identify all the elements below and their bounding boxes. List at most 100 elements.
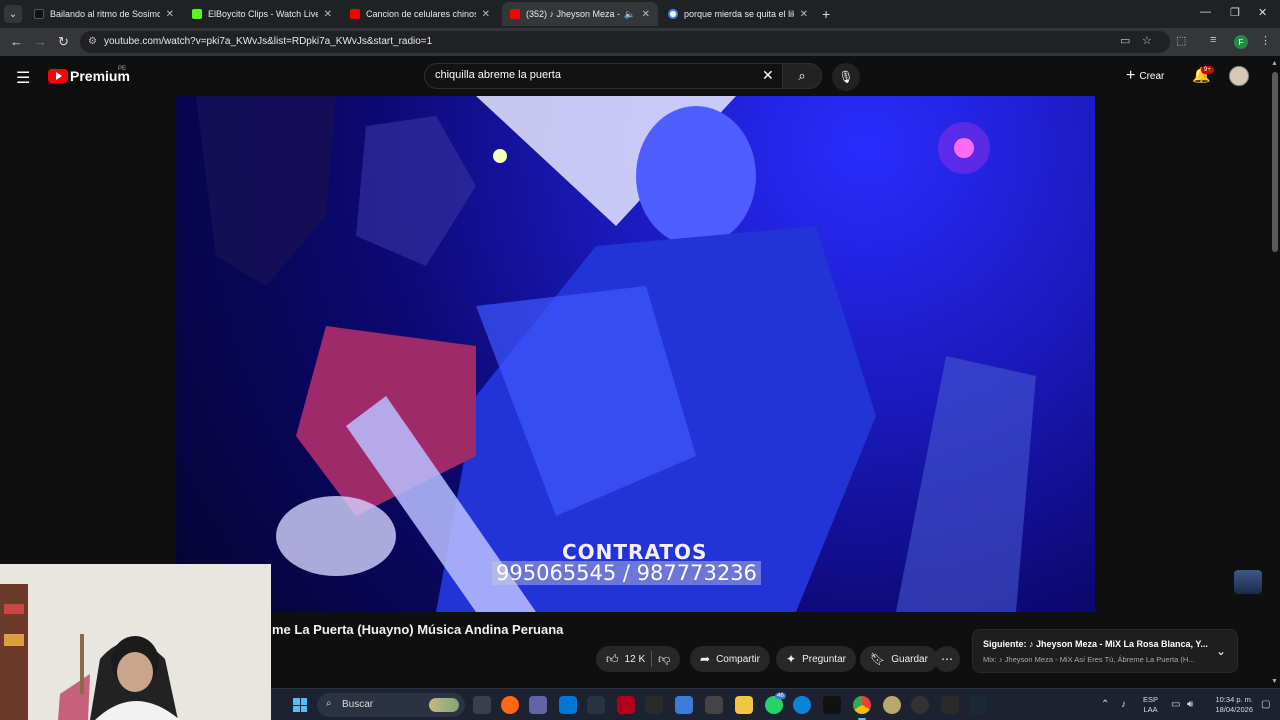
search-button[interactable]: ⌕ xyxy=(782,63,822,89)
windows-taskbar: ⌕ Buscar 46 ⌃ ♪ ESP LAA ▭ 🔊︎ 10:34 p. m.… xyxy=(271,688,1280,720)
close-tab-icon[interactable]: ✕ xyxy=(642,9,650,20)
input-language[interactable]: ESP LAA xyxy=(1143,695,1158,715)
back-arrow-icon[interactable]: ← xyxy=(10,34,23,49)
channel-watermark-icon[interactable] xyxy=(1234,570,1262,594)
search-input[interactable] xyxy=(435,69,755,81)
firefox-icon[interactable] xyxy=(501,696,519,714)
address-bar[interactable]: ⚙ youtube.com/watch?v=pki7a_KWvJs&list=R… xyxy=(80,31,1170,53)
like-button-icon[interactable]: 👍︎ xyxy=(606,652,619,667)
browser-tab-active[interactable]: (352) ♪ Jheyson Meza - MiX 🔈 ✕ xyxy=(502,2,658,26)
steam-icon[interactable] xyxy=(969,696,987,714)
close-tab-icon[interactable]: ✕ xyxy=(166,9,174,20)
save-button[interactable]: 🔖︎ Guardar xyxy=(860,646,938,672)
tray-chevron-icon[interactable]: ⌃ xyxy=(1101,699,1109,710)
close-tab-icon[interactable]: ✕ xyxy=(324,9,332,20)
app-icon[interactable] xyxy=(645,696,663,714)
search-icon: ⌕ xyxy=(326,698,332,709)
region-code: PE xyxy=(118,66,127,72)
media-control-icon[interactable]: ≡ xyxy=(1210,34,1216,46)
reload-icon[interactable]: ↻ xyxy=(58,34,69,50)
app-icon[interactable] xyxy=(883,696,901,714)
close-tab-icon[interactable]: ✕ xyxy=(482,9,490,20)
clear-search-icon[interactable]: ✕ xyxy=(762,67,774,84)
page-scrollbar[interactable]: ▲ ▼ xyxy=(1270,60,1280,688)
extensions-icon[interactable]: ⬚ xyxy=(1176,34,1186,47)
browser-tab[interactable]: ElBoycito Clips - Watch Live on ✕ xyxy=(184,2,340,26)
dislike-button-icon[interactable]: 👎︎ xyxy=(658,652,670,667)
browser-tab[interactable]: Bailando al ritmo de Sosimo Sa ✕ xyxy=(26,2,182,26)
share-button[interactable]: ➦ Compartir xyxy=(690,646,770,672)
browser-toolbar: ← → ↻ ⚙ youtube.com/watch?v=pki7a_KWvJs&… xyxy=(0,28,1280,56)
app-icon[interactable] xyxy=(617,696,635,714)
stage-light xyxy=(493,149,507,163)
youtube-logo-icon[interactable] xyxy=(48,69,68,83)
teams-icon[interactable] xyxy=(529,696,547,714)
singer-head xyxy=(636,106,756,246)
cast-icon[interactable]: ▭ xyxy=(1120,34,1130,47)
like-dislike-group: 👍︎ 12 K 👎︎ xyxy=(596,646,681,672)
speaker-icon[interactable]: 🔈 xyxy=(624,9,635,20)
minimize-icon[interactable]: — xyxy=(1200,6,1211,18)
system-clock[interactable]: 10:34 p. m. 18/04/2026 xyxy=(1207,695,1253,715)
youtube-icon xyxy=(350,9,360,19)
file-explorer-icon[interactable] xyxy=(735,696,753,714)
tab-search-chevron-icon[interactable]: ⌄ xyxy=(4,5,22,23)
edge-icon[interactable] xyxy=(793,696,811,714)
youtube-icon xyxy=(510,9,520,19)
app-icon[interactable] xyxy=(705,696,723,714)
like-count[interactable]: 12 K xyxy=(625,654,646,665)
network-icon[interactable]: ▭ xyxy=(1171,699,1180,710)
band-member-silhouette xyxy=(196,96,336,286)
browser-tab[interactable]: porque mierda se quita el like e ✕ xyxy=(660,2,816,26)
site-info-icon[interactable]: ⚙ xyxy=(88,36,97,47)
store-icon[interactable] xyxy=(559,696,577,714)
notifications-icon[interactable]: ▢ xyxy=(1261,699,1270,710)
scroll-down-arrow-icon[interactable]: ▼ xyxy=(1271,678,1278,685)
task-view-icon[interactable] xyxy=(473,696,491,714)
stage-light-glow xyxy=(938,122,990,174)
close-tab-icon[interactable]: ✕ xyxy=(800,9,808,20)
mail-icon[interactable] xyxy=(675,696,693,714)
scrollbar-thumb[interactable] xyxy=(1272,72,1278,252)
browser-tab-strip: ⌄ Bailando al ritmo de Sosimo Sa ✕ ElBoy… xyxy=(0,0,1280,28)
windows-start-icon[interactable] xyxy=(293,698,307,712)
bookmark-icon: 🔖︎ xyxy=(870,652,886,666)
tiktok-icon[interactable] xyxy=(823,696,841,714)
search-box xyxy=(424,63,788,89)
bookmark-star-icon[interactable]: ☆ xyxy=(1142,34,1152,47)
search-icon: ⌕ xyxy=(798,68,806,83)
more-actions-icon[interactable]: ⋯ xyxy=(934,646,960,672)
window-close-icon[interactable]: ✕ xyxy=(1258,6,1267,19)
kick-icon xyxy=(192,9,202,19)
new-tab-button[interactable]: + xyxy=(822,6,830,22)
volume-icon[interactable]: 🔊︎ xyxy=(1187,699,1193,710)
app-icon[interactable] xyxy=(587,696,605,714)
create-button[interactable]: + Crear xyxy=(1126,65,1164,87)
browser-tab[interactable]: Cancion de celulares chinos de ✕ xyxy=(342,2,498,26)
hand xyxy=(276,496,396,576)
scroll-up-arrow-icon[interactable]: ▲ xyxy=(1271,60,1278,67)
band-member-silhouette xyxy=(356,116,476,266)
restore-icon[interactable]: ❐ xyxy=(1230,6,1240,19)
profile-avatar[interactable]: F xyxy=(1234,35,1248,49)
guitar-neck xyxy=(80,634,84,694)
forward-arrow-icon[interactable]: → xyxy=(34,34,47,49)
phone-numbers-overlay: 995065545 / 987773236 xyxy=(492,561,761,585)
ask-button[interactable]: ✦ Preguntar xyxy=(776,646,856,672)
browser-menu-icon[interactable]: ⋮ xyxy=(1260,34,1271,47)
chevron-down-icon[interactable]: ⌄ xyxy=(1216,644,1226,658)
microphone-icon: 🎙 xyxy=(838,70,854,84)
youtube-masthead: ☰ Premium PE ✕ ⌕ 🎙 + Crear 🔔 9+ xyxy=(0,56,1280,96)
app-icon[interactable] xyxy=(941,696,959,714)
autoplay-next-card[interactable]: Siguiente: ♪ Jheyson Meza - MiX La Rosa … xyxy=(972,629,1238,673)
obs-icon[interactable] xyxy=(911,696,929,714)
account-avatar[interactable] xyxy=(1229,66,1249,86)
video-player[interactable]: CONTRATOS 995065545 / 987773236 xyxy=(176,96,1095,612)
hamburger-menu-icon[interactable]: ☰ xyxy=(16,68,30,88)
voice-search-button[interactable]: 🎙 xyxy=(832,63,860,91)
webcam-feed xyxy=(0,564,271,720)
whatsapp-badge: 46 xyxy=(775,693,786,699)
tray-app-icon[interactable]: ♪ xyxy=(1121,699,1126,710)
chrome-icon[interactable] xyxy=(853,696,871,720)
taskbar-search[interactable]: ⌕ Buscar xyxy=(317,693,465,717)
